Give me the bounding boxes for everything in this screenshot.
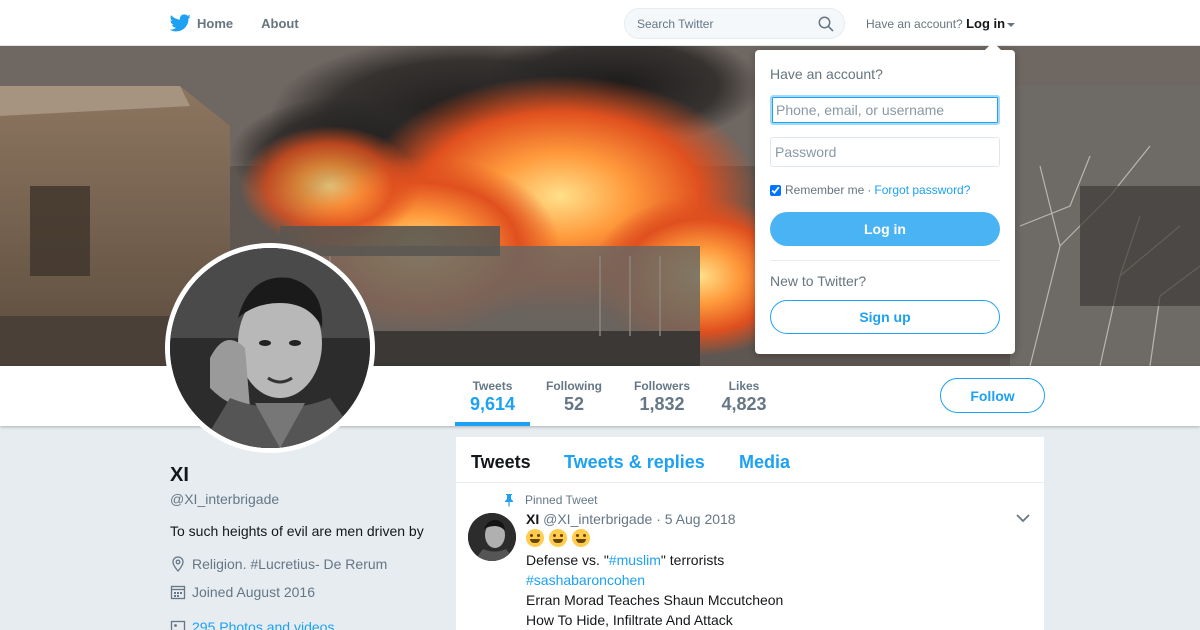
- pin-icon: [505, 494, 513, 507]
- profile-avatar[interactable]: [165, 243, 375, 453]
- follow-button[interactable]: Follow: [940, 378, 1045, 413]
- tab-tweets-replies[interactable]: Tweets & replies: [564, 452, 705, 473]
- hashtag-link[interactable]: #muslim: [609, 552, 661, 568]
- login-title: Have an account?: [770, 66, 883, 82]
- login-button[interactable]: Log in: [770, 212, 1000, 246]
- divider: [770, 260, 1000, 261]
- tweet-avatar-image: [468, 513, 516, 561]
- profile-handle[interactable]: @XI_interbrigade: [170, 491, 279, 507]
- tears-of-joy-icon: [548, 529, 567, 548]
- location-text: Religion. #Lucretius- De Rerum: [192, 556, 388, 572]
- tab-media[interactable]: Media: [739, 452, 790, 473]
- account-prompt: Have an account? Log in: [866, 16, 1016, 31]
- pinned-label: Pinned Tweet: [525, 493, 598, 507]
- remember-separator: ·: [867, 183, 872, 197]
- password-field[interactable]: [770, 137, 1000, 167]
- stat-label: Likes: [728, 379, 760, 393]
- tweet-avatar[interactable]: [468, 513, 516, 561]
- profile-location: Religion. #Lucretius- De Rerum: [170, 556, 387, 572]
- top-nav: Home About Have an account? Log in: [0, 0, 1200, 46]
- tweet-text-line: Erran Morad Teaches Shaun Mccutcheon: [526, 592, 784, 608]
- joined-text: Joined August 2016: [192, 584, 315, 600]
- nav-left: Home About: [170, 0, 327, 46]
- have-account-text: Have an account?: [866, 17, 963, 31]
- stat-label: Followers: [633, 379, 690, 393]
- stat-value: 9,614: [469, 394, 516, 414]
- tears-of-joy-icon: [571, 529, 590, 548]
- remember-label[interactable]: Remember me: [785, 183, 864, 197]
- search-box[interactable]: [624, 8, 845, 39]
- pinned-indicator: Pinned Tweet: [505, 493, 598, 507]
- chevron-down-icon[interactable]: [1016, 513, 1030, 523]
- profile-joined: Joined August 2016: [170, 584, 315, 600]
- stat-likes[interactable]: Likes 4,823: [712, 366, 776, 426]
- photos-videos-link[interactable]: 295 Photos and videos: [170, 619, 334, 630]
- hashtag-link[interactable]: #sashabaroncohen: [526, 572, 645, 588]
- stat-label: Tweets: [472, 379, 513, 393]
- login-dropdown-toggle[interactable]: Log in: [966, 16, 1016, 31]
- photo-icon: [170, 620, 186, 630]
- tweet-date[interactable]: 5 Aug 2018: [665, 511, 736, 527]
- caret-down-icon: [1007, 22, 1016, 27]
- username-field[interactable]: [770, 95, 1000, 125]
- avatar-image: [170, 248, 370, 448]
- tweet-author-handle[interactable]: @XI_interbrigade: [543, 511, 652, 527]
- tweet-text-line: Defense vs. "#muslim" terrorists: [526, 552, 725, 568]
- remember-row: Remember me · Forgot password?: [770, 183, 970, 197]
- stat-followers[interactable]: Followers 1,832: [626, 366, 698, 426]
- tab-tweets[interactable]: Tweets: [471, 452, 531, 473]
- forgot-password-link[interactable]: Forgot password?: [874, 183, 970, 197]
- tweet-text-line: #sashabaroncohen: [526, 572, 645, 588]
- about-link[interactable]: About: [261, 16, 299, 31]
- new-to-twitter-text: New to Twitter?: [770, 273, 867, 289]
- home-label: Home: [197, 15, 234, 31]
- stat-label: Following: [546, 379, 602, 393]
- tweet-separator: ·: [656, 511, 661, 527]
- location-pin-icon: [172, 556, 184, 572]
- stat-value: 4,823: [721, 394, 767, 414]
- stat-tweets[interactable]: Tweets 9,614: [455, 366, 530, 426]
- login-dropdown: Have an account? Remember me · Forgot pa…: [755, 42, 1015, 354]
- timeline: Tweets Tweets & replies Media Pinned Twe…: [456, 437, 1044, 630]
- tweet-header: XI @XI_interbrigade · 5 Aug 2018: [526, 511, 736, 527]
- stat-following[interactable]: Following 52: [538, 366, 610, 426]
- stat-value: 52: [563, 394, 585, 414]
- signup-button[interactable]: Sign up: [770, 300, 1000, 334]
- zany-face-icon: [526, 529, 544, 548]
- search-input[interactable]: [637, 17, 807, 31]
- tweet-text-line: How To Hide, Infiltrate And Attack: [526, 612, 733, 628]
- profile-name[interactable]: XI: [170, 464, 189, 487]
- timeline-tabs: Tweets Tweets & replies Media: [456, 437, 1044, 483]
- twitter-bird-icon: [170, 14, 191, 32]
- home-link[interactable]: Home: [170, 14, 233, 32]
- profile-bio: To such heights of evil are men driven b…: [170, 523, 424, 539]
- search-icon[interactable]: [818, 16, 834, 32]
- dropdown-arrow: [985, 42, 1001, 50]
- calendar-icon: [170, 585, 186, 600]
- tweet-author-name[interactable]: XI: [526, 511, 539, 527]
- stat-value: 1,832: [639, 394, 685, 414]
- remember-checkbox[interactable]: [770, 184, 781, 196]
- tweet-emoji-line: [526, 529, 591, 548]
- media-link-text[interactable]: 295 Photos and videos: [192, 619, 334, 630]
